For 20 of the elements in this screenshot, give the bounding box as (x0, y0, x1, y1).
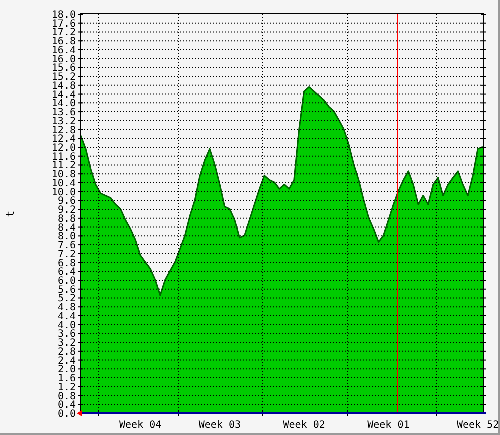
y-tick-label: 6.0 (58, 276, 76, 287)
x-tick-label: Week 02 (283, 420, 326, 431)
origin-arrow-icon (77, 410, 82, 416)
y-tick-label: 4.4 (58, 311, 76, 322)
y-tick-label: 1.2 (58, 382, 76, 394)
y-tick-label: 18.0 (52, 10, 76, 21)
y-axis-title: t (4, 210, 17, 218)
y-tick-label: 7.2 (58, 249, 76, 260)
y-tick-label: 0.0 (58, 409, 76, 420)
y-tick-label: 16.4 (52, 45, 76, 56)
x-tick-label: Week 01 (368, 420, 410, 431)
x-tick-label: Week 52 (456, 420, 498, 431)
y-tick-label: 14.8 (52, 80, 76, 92)
y-tick-label: 8.8 (58, 214, 76, 225)
x-tick-label: Week 04 (119, 420, 162, 431)
y-tick-label: 12.0 (52, 143, 76, 154)
y-tick-label: 2.8 (58, 346, 76, 358)
y-tick-label: 13.2 (52, 116, 76, 128)
x-tick-label: Week 03 (198, 420, 242, 431)
y-tick-label: 10.4 (52, 178, 76, 190)
